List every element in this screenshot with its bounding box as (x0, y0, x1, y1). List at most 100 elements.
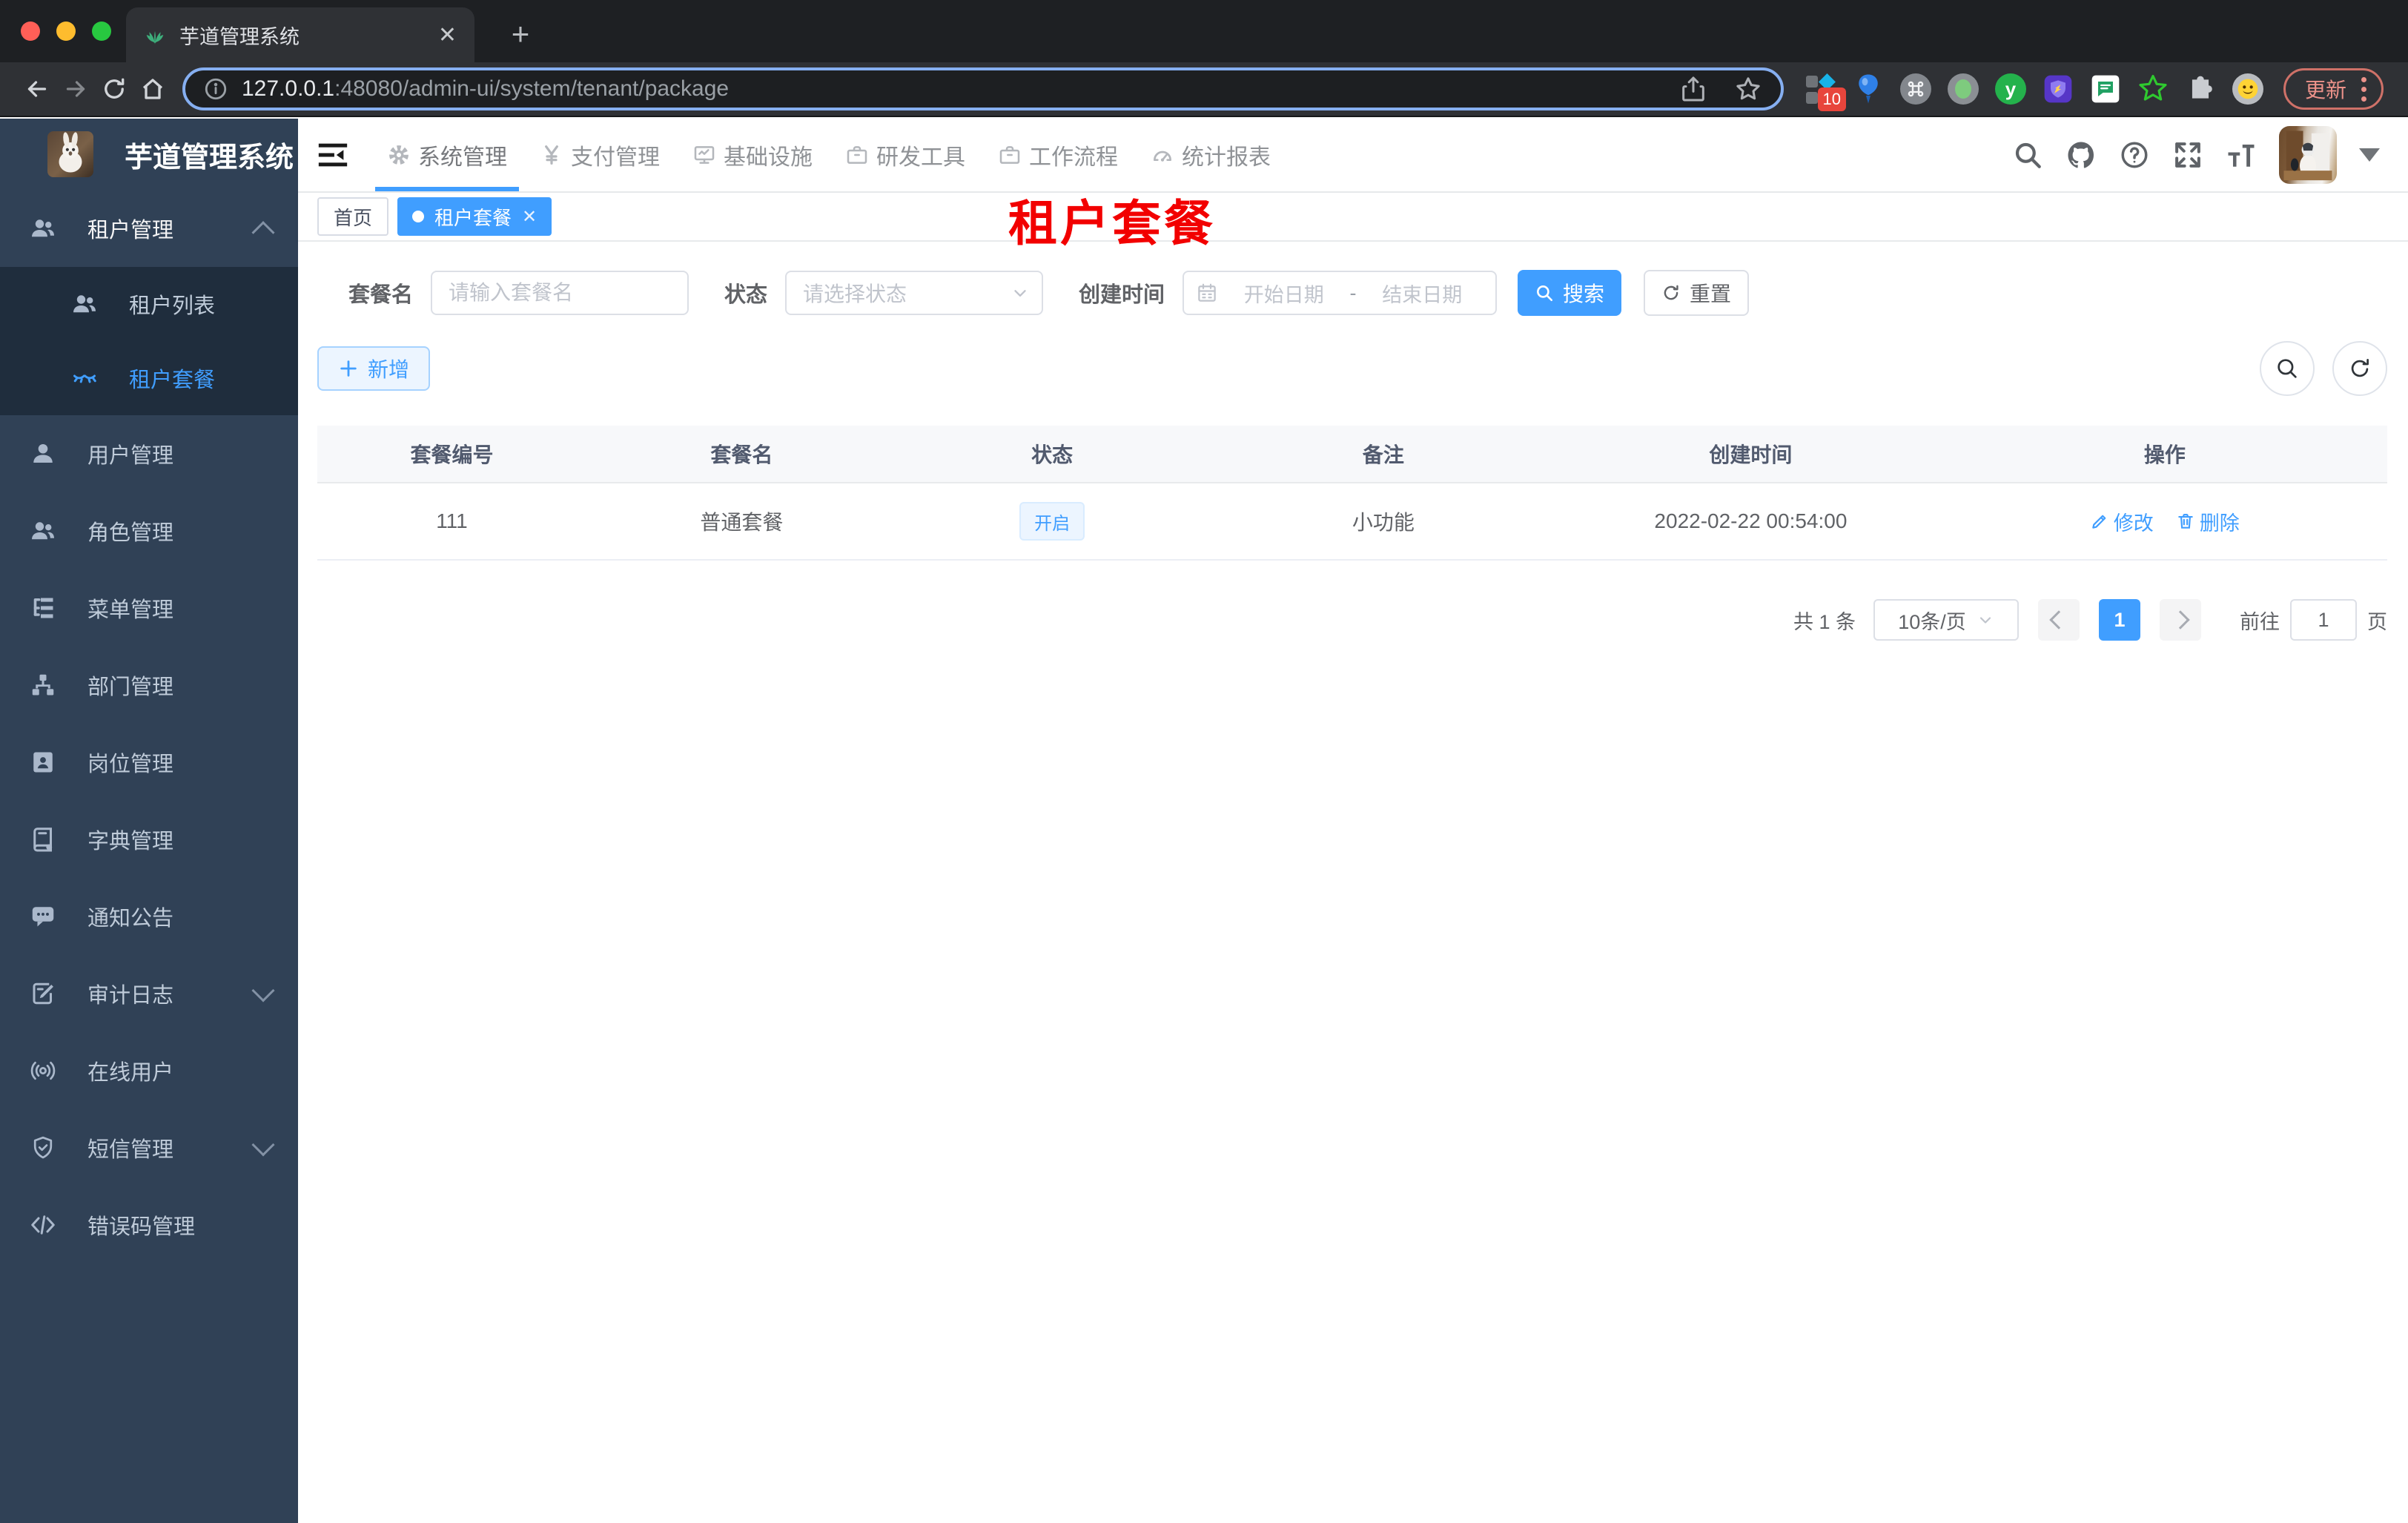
search-icon[interactable] (2012, 139, 2043, 171)
end-date-placeholder: 结束日期 (1382, 283, 1463, 306)
zoom-window-button[interactable] (92, 22, 111, 41)
tag-close-icon[interactable]: ✕ (522, 206, 537, 228)
emoji-extension-icon[interactable] (2232, 73, 2264, 105)
close-window-button[interactable] (21, 22, 40, 41)
help-icon[interactable] (2119, 139, 2150, 171)
topnav-infrastructure[interactable]: 基础设施 (681, 119, 824, 191)
column-header: 状态 (1031, 443, 1074, 466)
refresh-table-button[interactable] (2332, 341, 2387, 396)
add-button[interactable]: 新增 (317, 346, 431, 391)
sidebar-item-sms-management[interactable]: 短信管理 (0, 1109, 298, 1186)
goto-label: 前往 (2240, 610, 2280, 633)
avatar-dropdown-caret[interactable] (2359, 148, 2380, 162)
edit-link[interactable]: 修改 (2090, 507, 2154, 536)
balloon-extension-icon[interactable] (1852, 73, 1885, 105)
sidebar-item-role-management[interactable]: 角色管理 (0, 492, 298, 569)
search-button[interactable]: 搜索 (1518, 270, 1622, 316)
sidebar-item-label: 审计日志 (87, 984, 174, 1008)
reset-button[interactable]: 重置 (1644, 270, 1750, 316)
sidebar-item-tenant-management[interactable]: 租户管理 (0, 190, 298, 267)
current-page-button[interactable]: 1 (2099, 599, 2140, 641)
sidebar-item-label: 租户套餐 (129, 369, 216, 392)
goto-page-input[interactable] (2290, 599, 2357, 641)
bookmark-star-icon[interactable] (1733, 74, 1763, 104)
recorder-extension-icon[interactable] (1947, 73, 1979, 105)
sidebar-item-error-code[interactable]: 错误码管理 (0, 1186, 298, 1263)
sidebar-logo-row[interactable]: 芋道管理系统 (0, 119, 298, 190)
home-button[interactable] (133, 70, 172, 108)
sidebar: 芋道管理系统 租户管理 租户列表 租户套餐 用户管理 角色管理 菜单管理 部门管… (0, 119, 298, 1523)
refresh-icon (2351, 359, 2369, 377)
collapse-sidebar-icon[interactable] (316, 138, 350, 172)
table-row: 111 普通套餐 开启 小功能 2022-02-22 00:54:00 修改 删… (317, 483, 2387, 561)
sidebar-item-tenant-list[interactable]: 租户列表 (0, 267, 298, 341)
sidebar-item-post-management[interactable]: 岗位管理 (0, 724, 298, 801)
github-icon[interactable] (2065, 139, 2097, 171)
back-button[interactable] (18, 70, 56, 108)
y-extension-icon[interactable]: y (1994, 73, 2027, 105)
chat-extension-icon[interactable] (2089, 73, 2122, 105)
sidebar-item-notice[interactable]: 通知公告 (0, 878, 298, 955)
topnav-dev-tools[interactable]: 研发工具 (833, 119, 977, 191)
header-actions (2012, 126, 2380, 184)
show-search-toggle-button[interactable] (2260, 341, 2315, 396)
delete-label: 删除 (2199, 512, 2240, 535)
font-size-icon[interactable] (2226, 139, 2257, 171)
pencil-icon (2092, 515, 2106, 529)
sidebar-item-dept-management[interactable]: 部门管理 (0, 647, 298, 724)
new-tab-button[interactable]: + (501, 15, 540, 53)
tag-label: 租户套餐 (434, 206, 512, 229)
tag-tenant-package[interactable]: 租户套餐 ✕ (397, 197, 552, 236)
browser-update-button[interactable]: 更新 (2283, 68, 2384, 110)
shield-check-icon (33, 1136, 53, 1159)
dashboard-icon (1154, 151, 1171, 162)
forward-button[interactable] (56, 70, 95, 108)
sidebar-item-dict-management[interactable]: 字典管理 (0, 801, 298, 878)
topnav-system-management[interactable]: 系统管理 (375, 119, 519, 191)
sidebar-item-menu-management[interactable]: 菜单管理 (0, 569, 298, 647)
tag-home[interactable]: 首页 (317, 197, 389, 236)
tab-manager-extension-icon[interactable]: 10 (1805, 73, 1846, 111)
chevron-down-icon (1014, 290, 1026, 297)
sidebar-item-tenant-package[interactable]: 租户套餐 (0, 341, 298, 415)
filter-date-label: 创建时间 (1079, 283, 1165, 307)
topnav-payment-management[interactable]: 支付管理 (528, 119, 672, 191)
topnav-statistics[interactable]: 统计报表 (1139, 119, 1283, 191)
update-label: 更新 (2305, 79, 2347, 102)
reload-button[interactable] (95, 70, 133, 108)
browser-menu-icon[interactable] (2361, 76, 2367, 102)
page-size-select[interactable]: 10条/页 (1873, 599, 2019, 641)
table-header-row: 套餐编号 套餐名 状态 备注 创建时间 操作 (317, 426, 2387, 483)
sidebar-item-audit-log[interactable]: 审计日志 (0, 955, 298, 1032)
command-extension-icon[interactable] (1899, 73, 1932, 105)
sidebar-item-label: 部门管理 (87, 675, 174, 699)
filter-name-label: 套餐名 (348, 283, 414, 307)
tab-close-icon[interactable]: ✕ (438, 22, 457, 48)
minimize-window-button[interactable] (56, 22, 76, 41)
sidebar-item-user-management[interactable]: 用户管理 (0, 415, 298, 492)
shield-extension-icon[interactable] (2042, 73, 2074, 105)
star-extension-icon[interactable] (2137, 73, 2169, 105)
briefcase-icon (847, 146, 867, 164)
browser-tab[interactable]: 芋道管理系统 ✕ (126, 7, 474, 62)
url-bar[interactable]: 127.0.0.1:48080/admin-ui/system/tenant/p… (182, 67, 1784, 110)
share-icon[interactable] (1678, 74, 1708, 104)
column-header: 套餐名 (710, 443, 773, 466)
status-select[interactable]: 请选择状态 (785, 271, 1044, 315)
package-name-input[interactable] (431, 271, 689, 315)
site-info-icon[interactable] (203, 76, 228, 102)
create-time-range-picker[interactable]: 开始日期 - 结束日期 (1182, 271, 1498, 315)
red-page-title: 租户套餐 (1008, 196, 1216, 251)
user-avatar[interactable] (2279, 126, 2337, 184)
extensions-puzzle-icon[interactable] (2184, 73, 2217, 105)
delete-link[interactable]: 删除 (2176, 507, 2240, 536)
yen-icon (545, 145, 558, 165)
sidebar-item-online-users[interactable]: 在线用户 (0, 1032, 298, 1109)
code-icon (31, 1215, 55, 1235)
next-page-button[interactable] (2160, 599, 2201, 641)
fullscreen-icon[interactable] (2172, 139, 2203, 171)
prev-page-button[interactable] (2038, 599, 2080, 641)
cell-remark: 小功能 (1352, 511, 1415, 534)
topnav-workflow[interactable]: 工作流程 (986, 119, 1130, 191)
url-text[interactable]: 127.0.0.1:48080/admin-ui/system/tenant/p… (242, 76, 1653, 102)
